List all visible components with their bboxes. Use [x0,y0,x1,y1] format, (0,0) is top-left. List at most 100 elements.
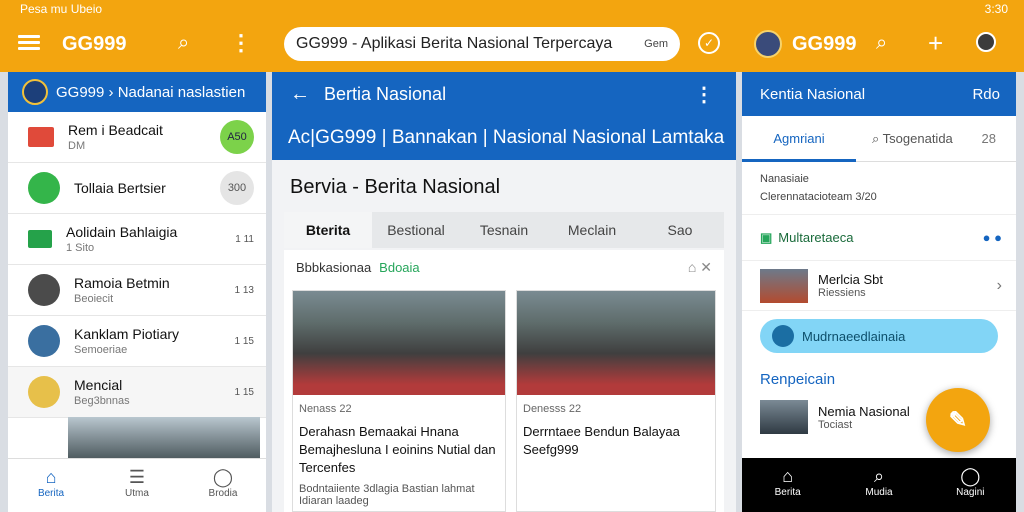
list-item[interactable]: Mencial Beg3bnnas 1 15 [8,367,266,418]
list-item-sub: Tociast [818,418,853,431]
news-item[interactable]: Nenass 22 Derahasn Bemaakai Hnana Bemajh… [292,290,506,512]
avatar [28,376,60,408]
list-item-sub: DM [68,140,86,152]
status-badge: 300 [220,171,254,205]
nav-home[interactable]: ⌂ Berita [8,459,94,512]
list-icon: ☰ [128,467,146,487]
chevron-right-icon[interactable]: › [997,277,1002,295]
url-pill[interactable]: GG999 - Aplikasi Berita Nasional Terperc… [284,27,680,61]
news-photo[interactable] [68,417,260,459]
tab-berita[interactable]: Bterita [284,212,372,248]
section-title: Renpeicain [760,371,836,388]
list-item-meta: 1 15 [234,386,254,398]
avatar[interactable] [976,32,996,52]
list-item[interactable]: Merlcia Sbt Riessiens › [742,261,1016,311]
more-icon[interactable]: ⋮ [694,82,714,107]
status-badge: A50 [220,120,254,154]
status-time: 3:30 [984,2,1008,16]
tab-teknologi[interactable]: Tesnain [460,212,548,248]
list-item[interactable]: Kanklam Piotiary Semoeriae 1 15 [8,316,266,367]
status-left-text: Pesa mu Ubeio [20,2,103,16]
nav-label: Berita [37,488,65,499]
list-item-title: Ramoia Betmin [74,275,170,291]
avatar [28,274,60,306]
list-item-sub: Beoiecit [74,293,114,305]
nav-label: Nagini [956,487,985,498]
home-icon: ⌂ [782,466,794,486]
list-item[interactable]: Ramoia Betmin Beoiecit 1 13 [8,265,266,316]
nav-list[interactable]: ☰ Utma [94,459,180,512]
logo-icon [22,79,48,105]
bottom-nav: ⌂ Berita ⌕ Mudia ◯ Nagini [742,458,1016,512]
nav-label: Berita [774,487,801,498]
nav-profile[interactable]: ◯ Nagini [925,458,1016,512]
right-tabs: Agmriani ⌕ Tsogenatida 28 [742,116,1016,162]
globe-icon [772,325,794,347]
brand-left: GG999 [62,33,127,55]
user-icon: ◯ [960,466,981,486]
shield-icon[interactable]: ✓ [698,32,720,54]
search-icon[interactable]: ⌕ [876,32,887,55]
url-title: GG999 - Aplikasi Berita Nasional Terperc… [296,35,613,52]
mid-banner: Ac|GG999 | Bannakan | Nasional Nasional … [272,116,736,160]
nav-profile[interactable]: ◯ Brodia [180,459,266,512]
news-photo [293,291,505,395]
add-icon[interactable]: + [928,28,943,59]
tab-nasional[interactable]: Bestional [372,212,460,248]
left-panel: GG999 › Nadanai naslastien Rem i Beadcai… [8,72,266,512]
list-item-sub: 1 Sito [66,242,95,254]
tab-media[interactable]: Meclain [548,212,636,248]
note-line-1: Nanasiaie [760,173,809,185]
home-icon: ⌂ [45,467,57,487]
list-item[interactable]: Tollaia Bertsier 300 [8,163,266,214]
news-item[interactable]: Denesss 22 Derrntaee Bendun Balayaa Seef… [516,290,716,512]
green-row[interactable]: ▣ Multaretaeca ● ● [742,215,1016,261]
list-item[interactable]: Rem i Beadcait DM A50 [8,112,266,163]
more-icon[interactable]: ⋮ [230,30,252,56]
tab-active[interactable]: Agmriani [742,116,856,162]
list-item-title: Kanklam Piotiary [74,326,180,342]
search-icon[interactable]: ⌕ [178,32,189,55]
leaf-icon [28,172,60,204]
tab-other[interactable]: ⌕ Tsogenatida [872,131,953,147]
bookmark-icon: ▣ [760,229,773,245]
nav-label: Utma [125,488,149,499]
menu-icon[interactable] [18,32,40,54]
logo-right [754,30,782,58]
news-thumb [760,400,808,434]
highlight-pill[interactable]: Mudrnaeedlainaia [760,319,998,353]
list-item-meta: 1 13 [234,284,254,296]
note-line-2: Clerennatacioteam 3/20 [760,191,877,203]
news-date: Denesss 22 [523,403,582,415]
nav-label: Brodia [208,488,238,499]
user-icon: ◯ [212,467,234,487]
tab-more[interactable]: Sao [636,212,724,248]
list-item[interactable]: Aolidain Bahlaigia 1 Sito 1 11 [8,214,266,265]
tabs: Bterita Bestional Tesnain Meclain Sao [284,212,724,248]
back-arrow-icon[interactable]: ← [290,83,310,106]
share-icon[interactable]: ● ● [983,230,1002,245]
news-headline: Derrntaee Bendun Balayaa Seefg999 [523,424,680,457]
card-header: Bbbkasionaa Bdoaia ⌂ ✕ [284,250,724,284]
list-item-sub: Beg3bnnas [74,395,130,407]
url-site: Gem [644,38,668,50]
nav-label: Mudia [865,487,893,498]
nav-search[interactable]: ⌕ Mudia [833,458,924,512]
left-header-title: GG999 › Nadanai naslastien [56,83,246,101]
tab-other-label: Tsogenatida [882,130,953,146]
middle-panel: ← Bertia Nasional ⋮ Ac|GG999 | Bannakan … [272,72,736,512]
list-item-title: Merlcia Sbt [818,272,884,287]
fab-button[interactable]: ✎ [926,388,990,452]
image-icon [28,230,52,248]
list-item-sub: Riessiens [818,287,866,299]
news-photo [517,291,715,395]
search-icon: ⌕ [873,466,885,486]
news-foot: Bodntaiiente 3dlagia Bastian lahmat Idia… [299,483,475,507]
card-actions[interactable]: ⌂ ✕ [688,259,712,276]
right-header-action[interactable]: Rdo [972,86,1000,103]
list-item-meta: 1 11 [235,233,254,245]
list-item-title: Mencial [74,377,123,393]
app-bar: GG999 ⌕ ⋮ GG999 - Aplikasi Berita Nasion… [0,18,1024,72]
avatar [28,325,60,357]
nav-home[interactable]: ⌂ Berita [742,458,833,512]
